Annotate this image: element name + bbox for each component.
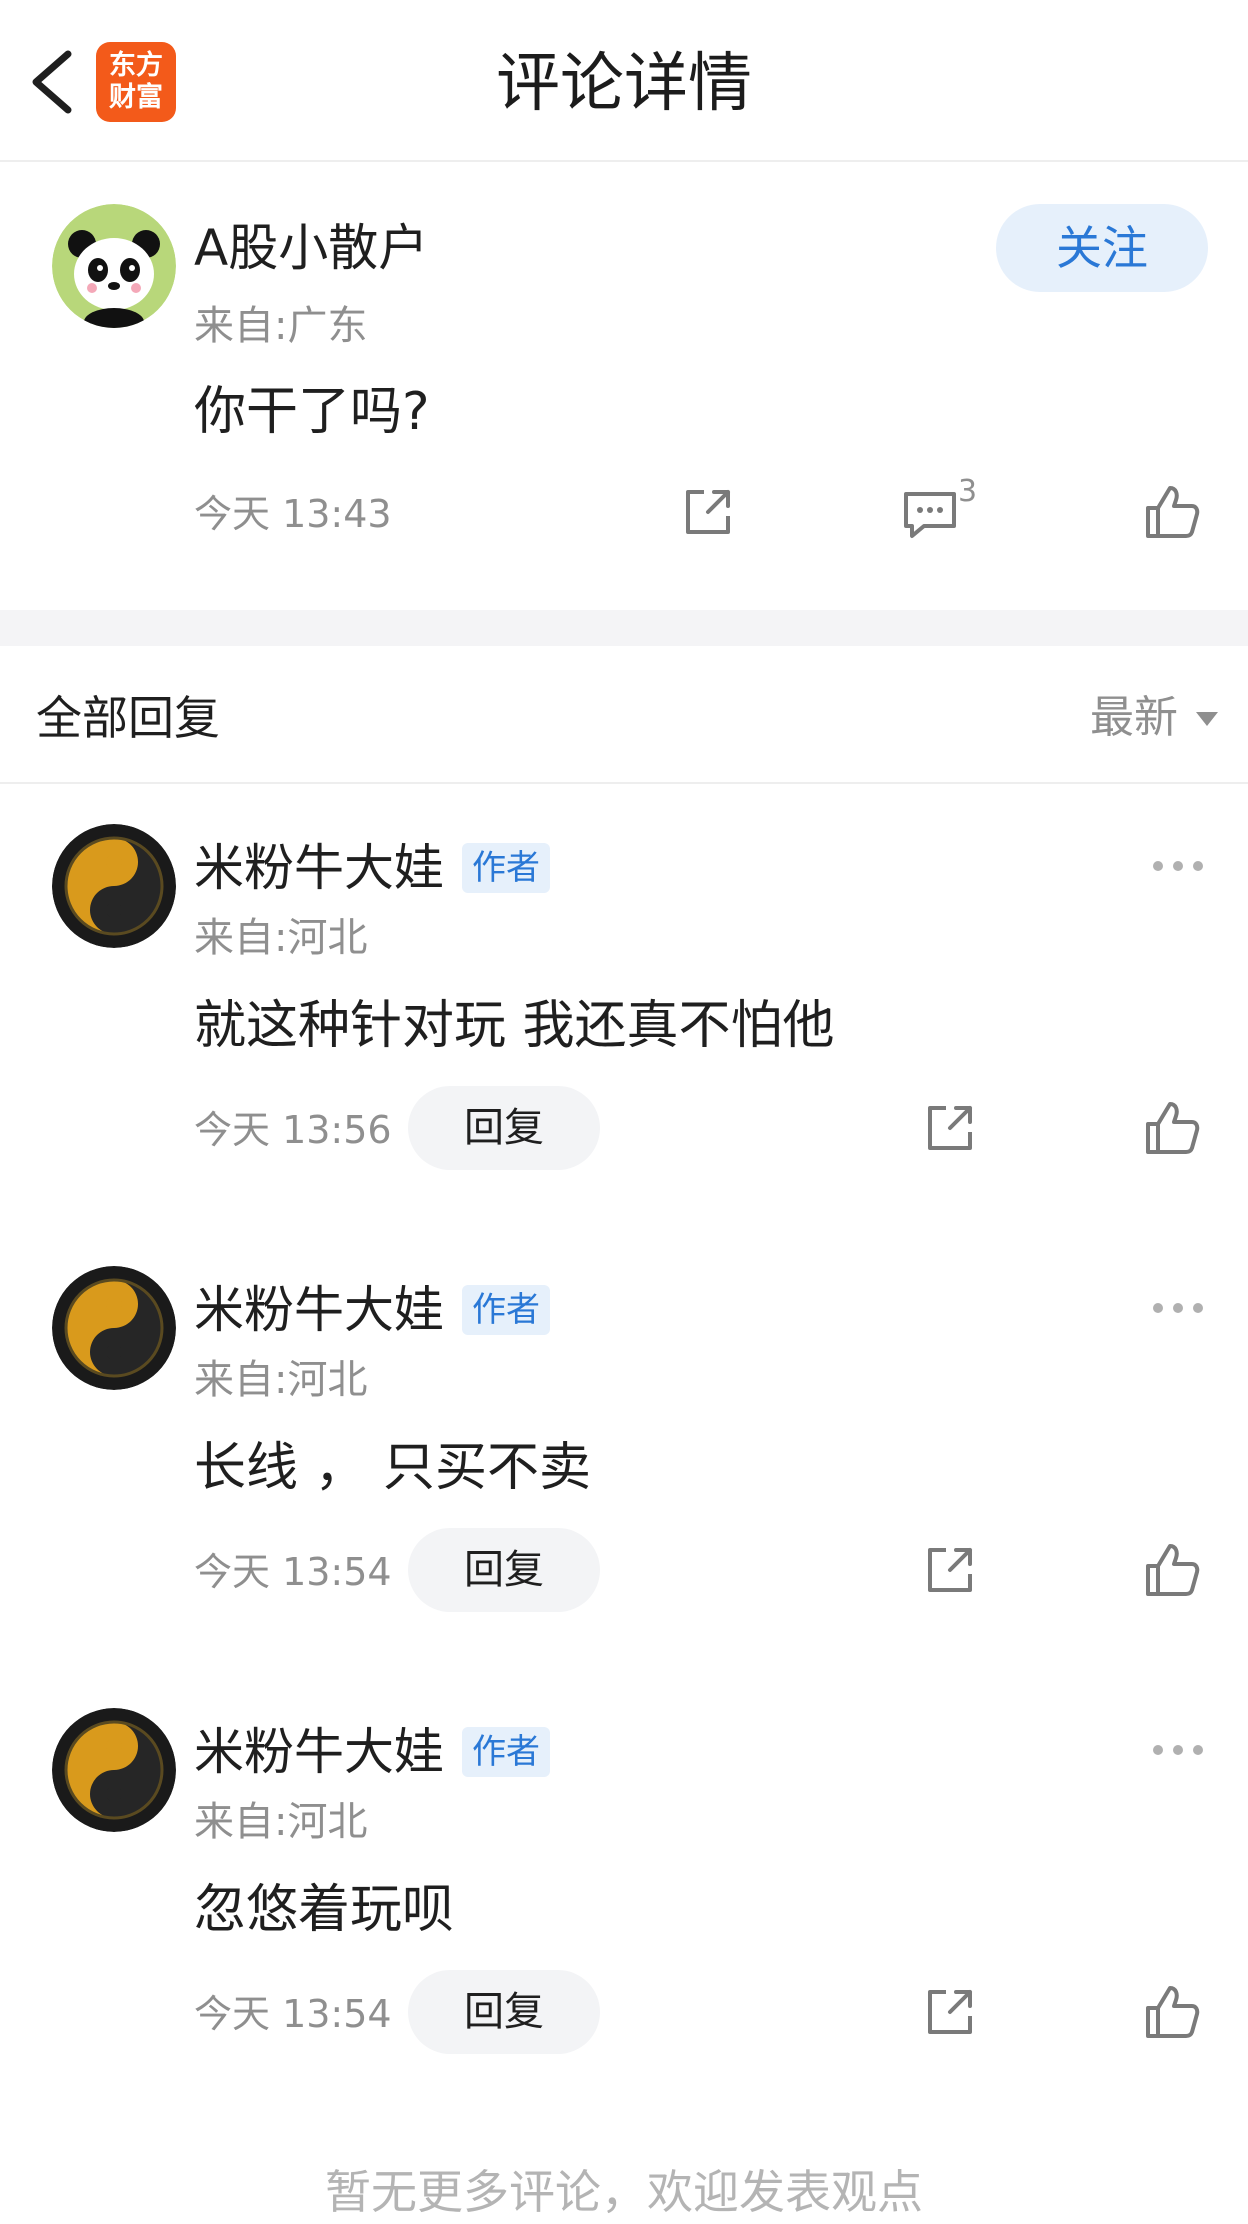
thumbs-up-icon bbox=[1146, 1102, 1200, 1154]
like-button[interactable] bbox=[1142, 1982, 1202, 2042]
share-icon bbox=[928, 1990, 972, 2034]
author-badge: 作者 bbox=[462, 843, 550, 893]
author-badge: 作者 bbox=[462, 1727, 550, 1777]
reply-time: 今天 13:54 bbox=[194, 1992, 392, 2036]
back-button[interactable] bbox=[24, 46, 80, 118]
author-badge: 作者 bbox=[462, 1285, 550, 1335]
reply-time: 今天 13:56 bbox=[194, 1108, 392, 1152]
reply-header: 米粉牛大娃 作者 bbox=[194, 836, 550, 900]
reply-username[interactable]: 米粉牛大娃 bbox=[194, 1278, 444, 1342]
reply-avatar[interactable] bbox=[52, 1266, 176, 1390]
more-dots-icon bbox=[1153, 861, 1203, 871]
reply-button[interactable]: 回复 bbox=[408, 1528, 600, 1612]
reply-header: 米粉牛大娃 作者 bbox=[194, 1720, 550, 1784]
more-options-button[interactable] bbox=[1150, 1740, 1206, 1760]
like-button[interactable] bbox=[1142, 482, 1202, 542]
logo-text-line2: 财富 bbox=[109, 82, 163, 113]
no-more-comments-text: 暂无更多评论，欢迎发表观点 bbox=[325, 2165, 923, 2219]
more-options-button[interactable] bbox=[1150, 856, 1206, 876]
caret-down-icon bbox=[1196, 712, 1218, 726]
comment-count: 3 bbox=[958, 474, 978, 509]
share-button[interactable] bbox=[920, 1098, 980, 1158]
top-bar: 东方 财富 评论详情 bbox=[0, 0, 1248, 162]
reply-header: 米粉牛大娃 作者 bbox=[194, 1278, 550, 1342]
follow-button[interactable]: 关注 bbox=[996, 204, 1208, 292]
like-button[interactable] bbox=[1142, 1098, 1202, 1158]
reply-avatar[interactable] bbox=[52, 824, 176, 948]
thumbs-up-icon bbox=[1146, 1544, 1200, 1596]
reply-location: 来自:河北 bbox=[194, 915, 368, 961]
reply-content: 长线 ， 只买不卖 bbox=[194, 1438, 592, 1498]
share-button[interactable] bbox=[678, 482, 738, 542]
more-dots-icon bbox=[1153, 1745, 1203, 1755]
reply-location: 来自:河北 bbox=[194, 1799, 368, 1845]
share-icon bbox=[686, 490, 730, 534]
yin-yang-avatar-icon bbox=[52, 1708, 176, 1832]
post-time: 今天 13:43 bbox=[194, 492, 392, 536]
more-dots-icon bbox=[1153, 1303, 1203, 1313]
share-button[interactable] bbox=[920, 1540, 980, 1600]
reply-content: 忽悠着玩呗 bbox=[194, 1880, 455, 1940]
like-button[interactable] bbox=[1142, 1540, 1202, 1600]
share-icon bbox=[928, 1548, 972, 1592]
reply-location: 来自:河北 bbox=[194, 1357, 368, 1403]
more-options-button[interactable] bbox=[1150, 1298, 1206, 1318]
thumbs-up-icon bbox=[1146, 486, 1200, 538]
sort-dropdown[interactable]: 最新 bbox=[1090, 688, 1220, 748]
post-location: 来自:广东 bbox=[194, 303, 368, 349]
section-separator bbox=[0, 610, 1248, 646]
sort-label: 最新 bbox=[1090, 692, 1178, 743]
thumbs-up-icon bbox=[1146, 1986, 1200, 2038]
logo-text-line1: 东方 bbox=[109, 50, 163, 81]
page-title: 评论详情 bbox=[496, 47, 752, 121]
section-header-divider bbox=[0, 782, 1248, 784]
all-replies-title: 全部回复 bbox=[36, 691, 220, 745]
yin-yang-avatar-icon bbox=[52, 824, 176, 948]
reply-username[interactable]: 米粉牛大娃 bbox=[194, 836, 444, 900]
chevron-left-icon bbox=[32, 50, 72, 114]
post-avatar[interactable] bbox=[52, 204, 176, 328]
reply-content: 就这种针对玩 我还真不怕他 bbox=[194, 996, 835, 1056]
share-button[interactable] bbox=[920, 1982, 980, 2042]
panda-avatar-icon bbox=[52, 204, 176, 328]
reply-username[interactable]: 米粉牛大娃 bbox=[194, 1720, 444, 1784]
reply-time: 今天 13:54 bbox=[194, 1550, 392, 1594]
share-icon bbox=[928, 1106, 972, 1150]
app-logo[interactable]: 东方 财富 bbox=[96, 42, 176, 122]
post-content: 你干了吗? bbox=[194, 382, 430, 442]
comment-button[interactable] bbox=[900, 482, 960, 542]
reply-button[interactable]: 回复 bbox=[408, 1970, 600, 2054]
comment-icon bbox=[904, 492, 956, 538]
reply-avatar[interactable] bbox=[52, 1708, 176, 1832]
yin-yang-avatar-icon bbox=[52, 1266, 176, 1390]
reply-button[interactable]: 回复 bbox=[408, 1086, 600, 1170]
post-username[interactable]: A股小散户 bbox=[194, 216, 428, 280]
